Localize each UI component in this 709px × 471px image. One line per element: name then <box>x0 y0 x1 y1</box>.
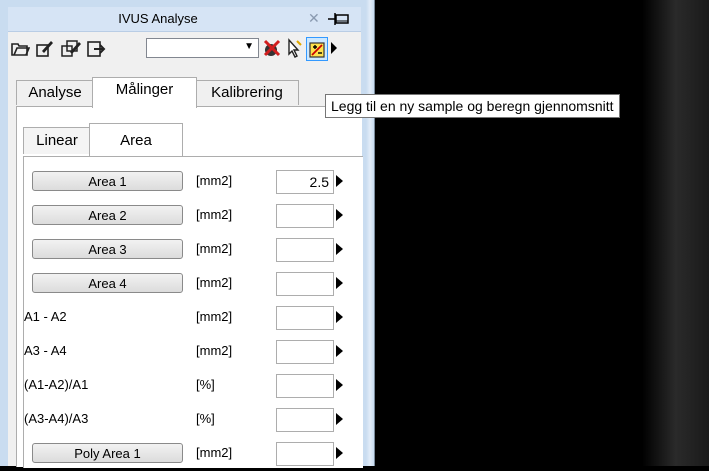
close-icon[interactable]: ✕ <box>308 10 320 27</box>
poly-area-1-value-field[interactable] <box>276 442 334 466</box>
a3-minus-a4-value-field[interactable] <box>276 340 334 364</box>
list-item: (A1-A2)/A1 [%] <box>24 371 363 403</box>
poly-area-1-button[interactable]: Poly Area 1 <box>32 443 183 463</box>
export-icon[interactable] <box>86 37 106 59</box>
area-3-button[interactable]: Area 3 <box>32 239 183 259</box>
unit-label: [mm2] <box>196 343 233 358</box>
unit-label: [%] <box>196 411 215 426</box>
area-1-button[interactable]: Area 1 <box>32 171 183 191</box>
a3-a4-ratio-label: (A3-A4)/A3 <box>24 411 89 426</box>
delete-icon[interactable] <box>262 37 282 59</box>
expand-arrow-icon[interactable] <box>336 345 343 357</box>
list-item: (A3-A4)/A3 [%] <box>24 405 363 437</box>
list-item: Area 4 [mm2] <box>24 269 363 301</box>
tab-analyse[interactable]: Analyse <box>16 80 94 105</box>
unit-label: [mm2] <box>196 275 233 290</box>
pin-icon[interactable] <box>326 9 352 29</box>
expand-arrow-icon[interactable] <box>336 413 343 425</box>
a3-a4-ratio-value-field[interactable] <box>276 408 334 432</box>
a1-a2-ratio-value-field[interactable] <box>276 374 334 398</box>
expand-arrow-icon[interactable] <box>336 447 343 459</box>
expand-arrow-icon[interactable] <box>336 311 343 323</box>
unit-label: [%] <box>196 377 215 392</box>
tab-content: Linear Area Area 1 [mm2] 2.5 Area 2 [mm2… <box>16 106 363 468</box>
list-item: Area 2 [mm2] <box>24 201 363 233</box>
area-2-button[interactable]: Area 2 <box>32 205 183 225</box>
a1-minus-a2-value-field[interactable] <box>276 306 334 330</box>
more-icon[interactable] <box>328 37 340 59</box>
list-item: A3 - A4 [mm2] <box>24 337 363 369</box>
panel-body: IVUS Analyse ✕ ▼ Analyse Målinger Kalibr… <box>8 7 363 468</box>
list-item: A1 - A2 [mm2] <box>24 303 363 335</box>
edit-multi-icon[interactable] <box>60 37 81 59</box>
list-item: Poly Area 1 [mm2] <box>24 439 363 471</box>
expand-arrow-icon[interactable] <box>336 277 343 289</box>
a1-a2-ratio-label: (A1-A2)/A1 <box>24 377 89 392</box>
subtab-area[interactable]: Area <box>89 123 183 158</box>
unit-label: [mm2] <box>196 445 233 460</box>
expand-arrow-icon[interactable] <box>336 379 343 391</box>
edit-icon[interactable] <box>34 37 54 59</box>
area-4-button[interactable]: Area 4 <box>32 273 183 293</box>
tooltip: Legg til en ny sample og beregn gjennoms… <box>325 94 620 118</box>
measurement-combo[interactable]: ▼ <box>146 38 259 58</box>
unit-label: [mm2] <box>196 309 233 324</box>
expand-arrow-icon[interactable] <box>336 175 343 187</box>
tab-kalibrering[interactable]: Kalibrering <box>195 80 299 105</box>
title-bar: IVUS Analyse ✕ <box>8 7 361 32</box>
ivus-image-view[interactable] <box>375 0 709 466</box>
chevron-down-icon: ▼ <box>244 41 254 52</box>
open-icon[interactable] <box>10 37 31 59</box>
ivus-analyse-panel: IVUS Analyse ✕ ▼ Analyse Målinger Kalibr… <box>0 0 366 468</box>
tab-malinger[interactable]: Målinger <box>92 77 197 108</box>
splitter[interactable] <box>366 0 374 466</box>
list-item: Area 3 [mm2] <box>24 235 363 267</box>
unit-label: [mm2] <box>196 173 233 188</box>
a1-minus-a2-label: A1 - A2 <box>24 309 67 324</box>
toolbar: ▼ <box>8 33 361 65</box>
a3-minus-a4-label: A3 - A4 <box>24 343 67 358</box>
expand-arrow-icon[interactable] <box>336 209 343 221</box>
window-title: IVUS Analyse <box>118 11 198 26</box>
list-item: Area 1 [mm2] 2.5 <box>24 167 363 199</box>
area-measurement-list: Area 1 [mm2] 2.5 Area 2 [mm2] Area 3 [mm… <box>23 156 363 468</box>
area-4-value-field[interactable] <box>276 272 334 296</box>
expand-arrow-icon[interactable] <box>336 243 343 255</box>
unit-label: [mm2] <box>196 241 233 256</box>
add-sample-icon[interactable] <box>306 37 328 61</box>
area-3-value-field[interactable] <box>276 238 334 262</box>
cursor-icon[interactable] <box>284 37 304 59</box>
area-1-value-field[interactable]: 2.5 <box>276 170 334 194</box>
unit-label: [mm2] <box>196 207 233 222</box>
area-2-value-field[interactable] <box>276 204 334 228</box>
subtab-linear[interactable]: Linear <box>23 127 91 154</box>
